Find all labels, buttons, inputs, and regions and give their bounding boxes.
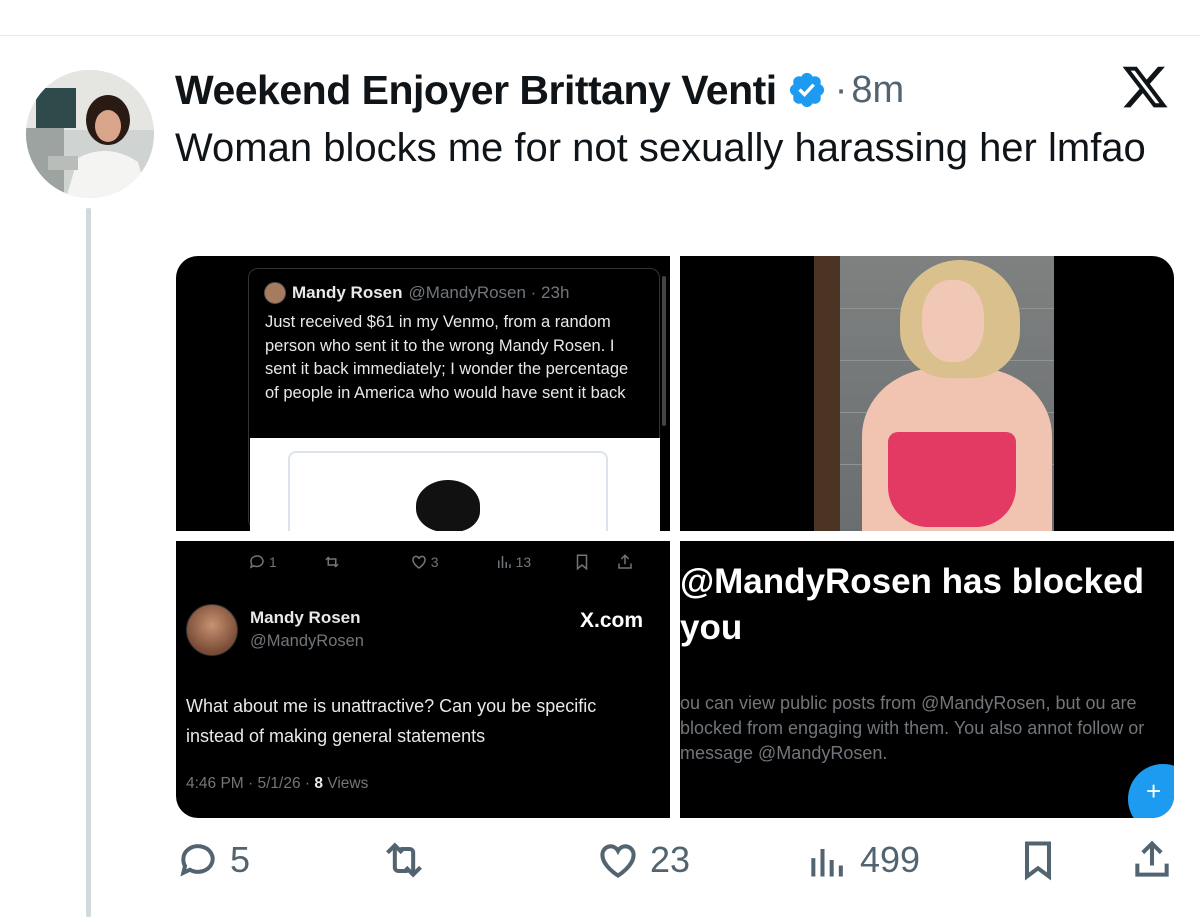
views-icon xyxy=(497,556,511,568)
scrollbar xyxy=(662,276,666,426)
heart-icon xyxy=(412,555,426,569)
display-name[interactable]: Weekend Enjoyer Brittany Venti xyxy=(175,67,777,114)
reply-count: 5 xyxy=(230,839,251,880)
separator-dot: · xyxy=(834,68,848,111)
media-tile-reply-screenshot[interactable]: 1 3 13 Mandy Rosen @MandyRosen X.com Wha… xyxy=(176,541,670,818)
x-logo-icon[interactable] xyxy=(1118,62,1172,112)
bookmark-button[interactable] xyxy=(1016,838,1060,882)
reply-author-handle: @MandyRosen xyxy=(250,632,364,650)
blocked-description: ou can view public posts from @MandyRose… xyxy=(680,693,1145,763)
reply-icon xyxy=(180,844,215,877)
compose-plus-icon: + xyxy=(1128,764,1174,818)
verified-badge-icon xyxy=(789,72,824,108)
blocked-title: @MandyRosen has blocked you xyxy=(680,562,1144,647)
repost-button[interactable] xyxy=(382,838,426,882)
author-avatar[interactable] xyxy=(26,70,154,198)
reply-text: What about me is unattractive? Can you b… xyxy=(186,696,597,746)
repost-icon xyxy=(325,556,339,568)
stat-replies: 1 xyxy=(248,553,277,571)
stat-reposts xyxy=(323,553,344,571)
reply-button[interactable]: 5 xyxy=(176,838,250,882)
media-grid[interactable]: Mandy Rosen @MandyRosen · 23h Just recei… xyxy=(176,256,1174,818)
stat-share xyxy=(616,553,637,571)
stat-views: 13 xyxy=(495,553,531,571)
xcom-watermark: X.com xyxy=(580,609,644,632)
quoted-author-name: Mandy Rosen xyxy=(292,283,403,302)
heart-icon xyxy=(600,844,636,878)
repost-icon xyxy=(386,842,422,878)
quoted-media-figure xyxy=(416,480,480,531)
media-tile-photo[interactable] xyxy=(680,256,1174,531)
tweet-text: Woman blocks me for not sexually harassi… xyxy=(175,126,1146,170)
views-icon xyxy=(811,849,843,877)
quoted-stats-row: 1 3 13 xyxy=(248,553,637,571)
quoted-post-text: Just received $61 in my Venmo, from a ra… xyxy=(265,313,629,402)
share-icon xyxy=(1135,840,1169,877)
reply-author-name: Mandy Rosen xyxy=(250,608,361,627)
bandana xyxy=(888,432,1016,527)
quoted-post-header: Mandy Rosen @MandyRosen · 23h xyxy=(264,282,569,304)
views-button[interactable]: 499 xyxy=(806,838,920,882)
quoted-avatar xyxy=(264,282,286,304)
view-count: 499 xyxy=(860,839,921,880)
photo-image xyxy=(814,256,1054,531)
stat-bookmark xyxy=(573,553,594,571)
reply-meta: 4:46 PM · 5/1/26 · 8 Views xyxy=(186,775,369,792)
tweet-page: Weekend Enjoyer Brittany Venti · 8m Woma… xyxy=(0,0,1200,917)
reply-icon xyxy=(249,555,264,569)
bookmark-icon xyxy=(576,554,588,571)
bookmark-icon xyxy=(1024,841,1052,881)
divider xyxy=(0,35,1200,36)
door-frame xyxy=(814,256,840,531)
media-tile-blocked-screenshot[interactable]: @MandyRosen has blocked you ou can view … xyxy=(680,541,1174,818)
avatar-image xyxy=(26,70,154,198)
reply-author-avatar xyxy=(186,604,238,656)
share-icon xyxy=(618,554,632,569)
media-tile-quoted-post[interactable]: Mandy Rosen @MandyRosen · 23h Just recei… xyxy=(176,256,670,531)
like-count: 23 xyxy=(650,839,691,880)
like-button[interactable]: 23 xyxy=(596,838,690,882)
tweet-header: Weekend Enjoyer Brittany Venti · 8m xyxy=(175,62,904,118)
timestamp[interactable]: 8m xyxy=(851,69,904,112)
thread-line xyxy=(86,208,91,917)
share-button[interactable] xyxy=(1130,838,1174,882)
action-bar: 5 23 499 xyxy=(176,838,1176,894)
quoted-author-handle: @MandyRosen · 23h xyxy=(408,283,570,302)
stat-likes: 3 xyxy=(410,553,439,571)
